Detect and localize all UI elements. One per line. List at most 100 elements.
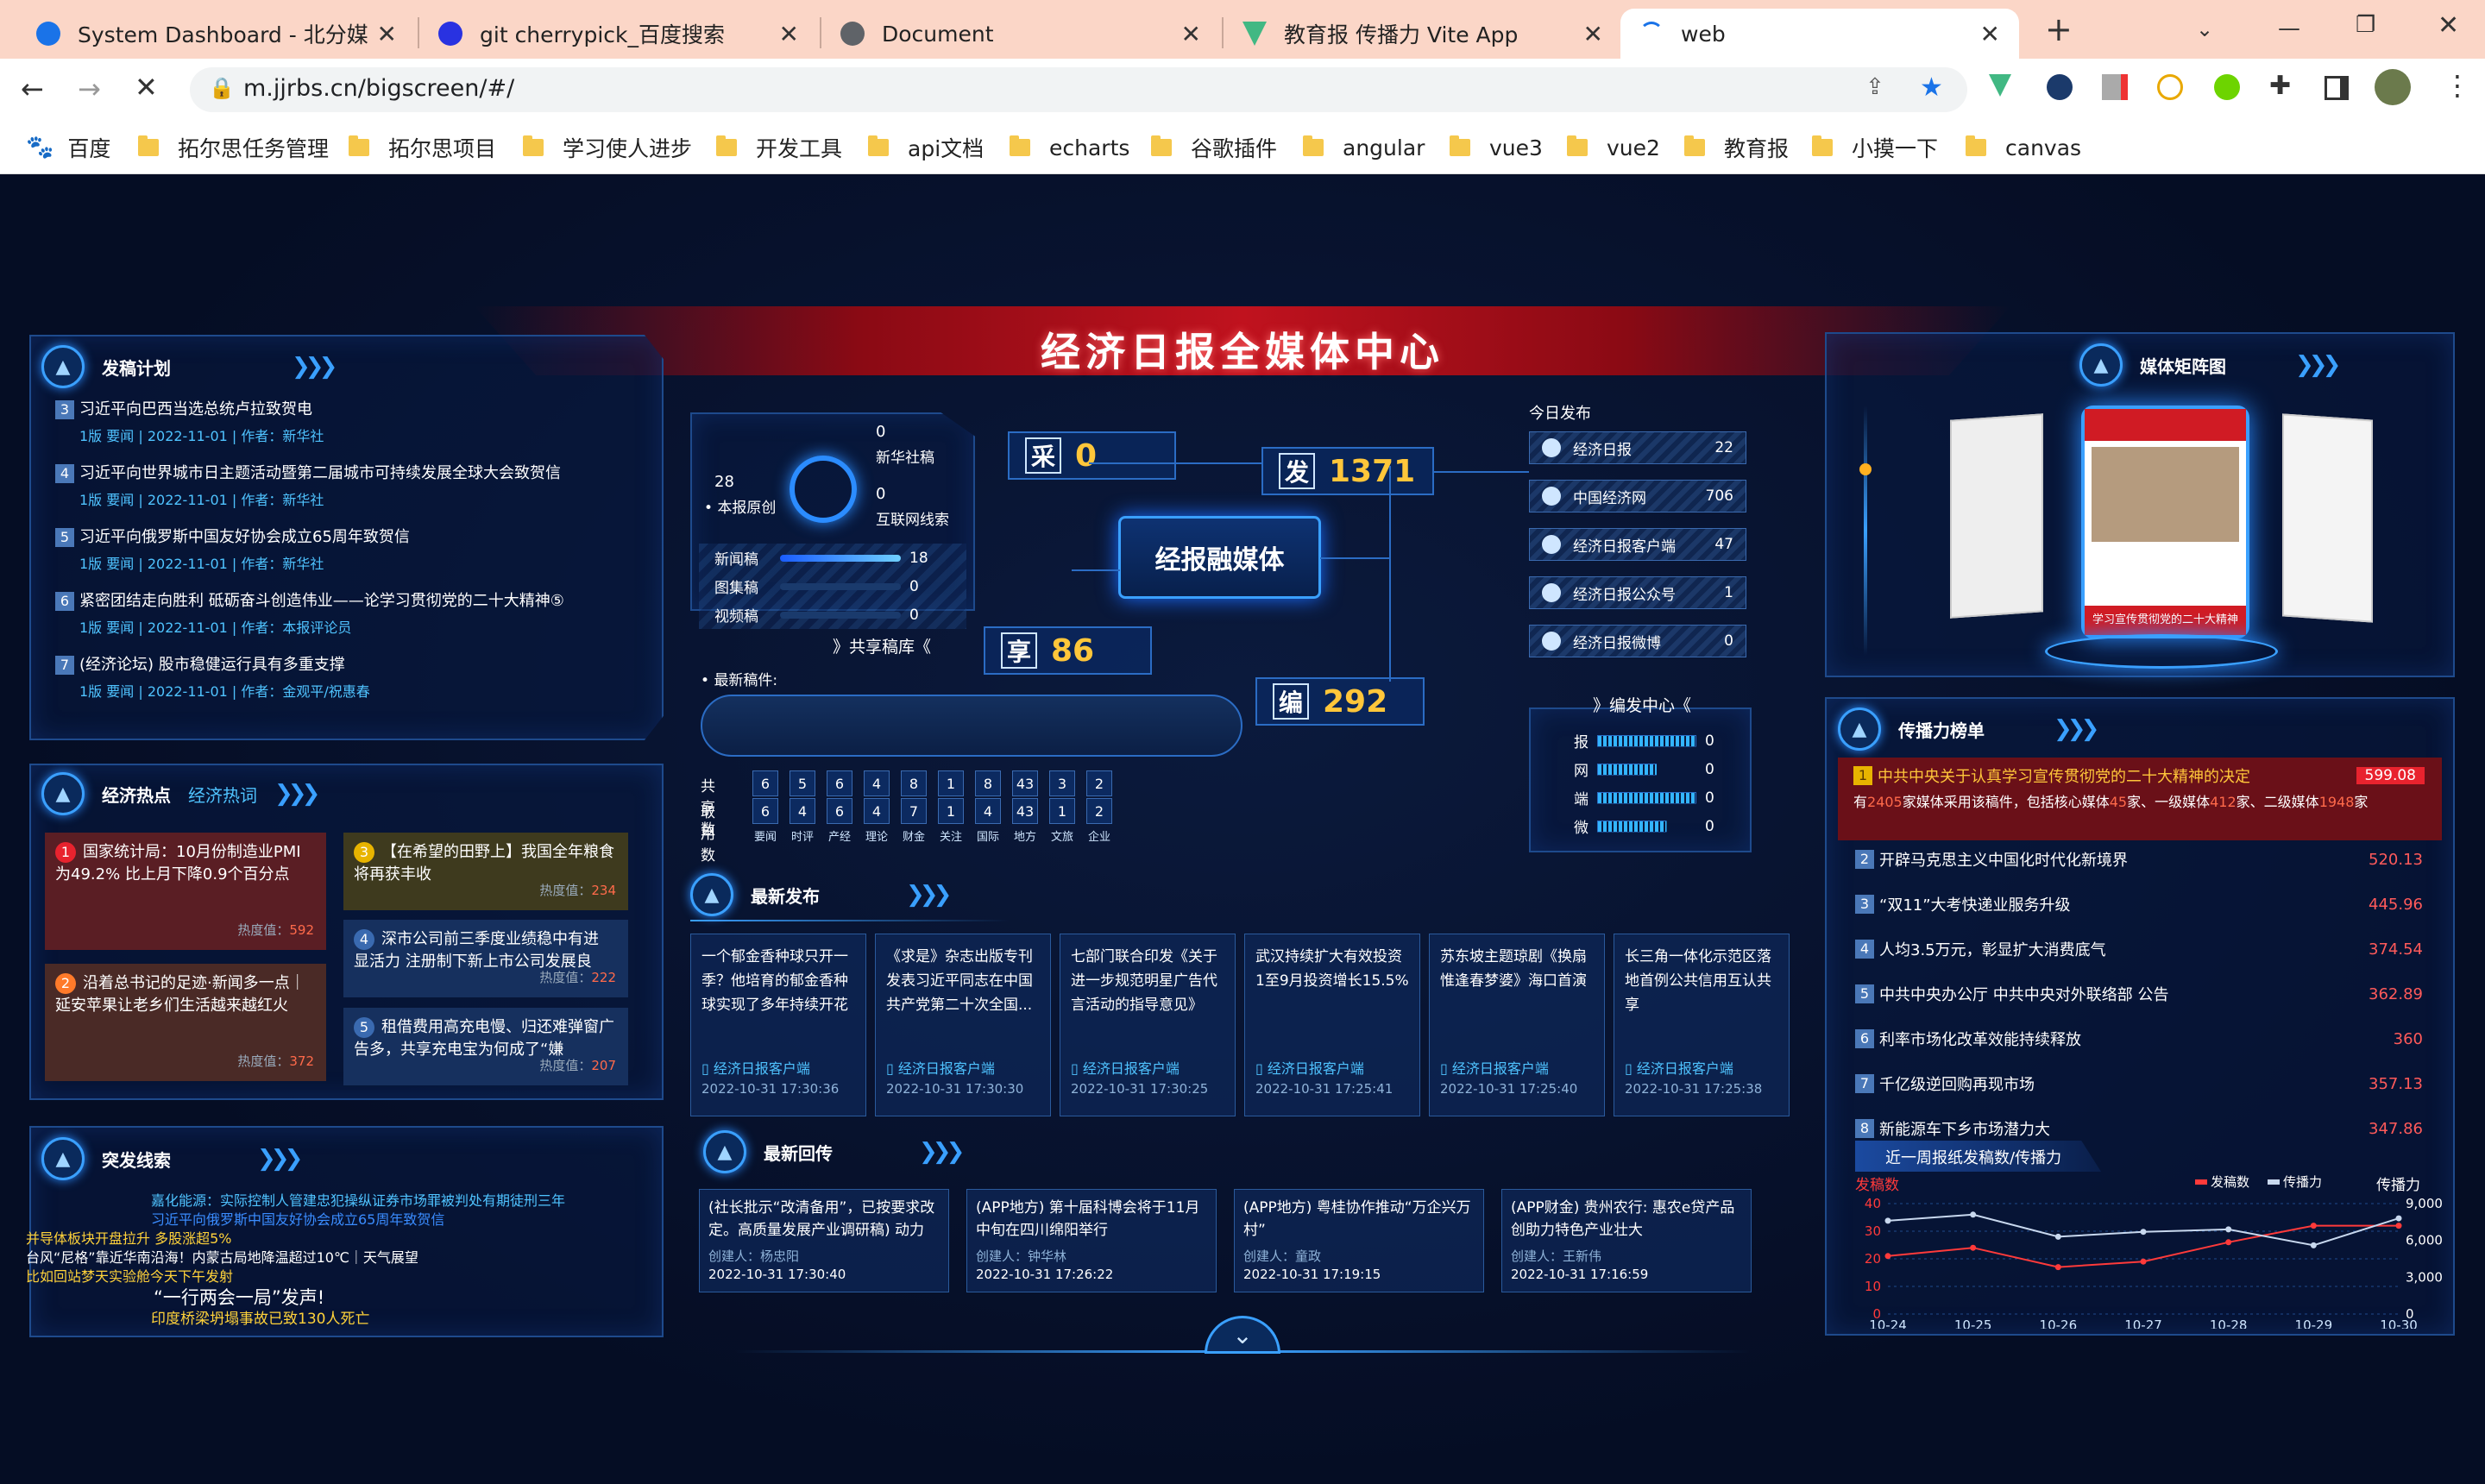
core-media-box[interactable]: 经报融媒体 — [1118, 516, 1321, 599]
bookmark-star-icon[interactable]: ★ — [1920, 72, 1943, 103]
tab-baidu-search[interactable]: git cherrypick_百度搜索 ✕ — [419, 9, 818, 59]
tab-document[interactable]: Document ✕ — [821, 9, 1220, 59]
hot-card[interactable]: 1 国家统计局：10月份制造业PMI为49.2% 比上月下降0.9个百分点 热度值… — [45, 833, 326, 950]
matrix-slider-dot[interactable] — [1859, 463, 1872, 475]
stat-edit[interactable]: 编 292 — [1255, 677, 1425, 726]
rank-row[interactable]: 6 利率市场化改革效能持续释放 360 — [1838, 1016, 2442, 1061]
url-text[interactable]: m.jjrbs.cn/bigscreen/#/ — [243, 75, 514, 102]
share-cell: 2 — [1086, 770, 1112, 796]
bookmark-folder[interactable]: angular — [1303, 131, 1425, 164]
publish-channel-row[interactable]: 经济日报公众号 1 — [1529, 576, 1746, 609]
tab-search-chevron-icon[interactable]: ⌄ — [2196, 17, 2213, 41]
puzzle-extensions-icon[interactable]: ✚ — [2269, 71, 2291, 101]
close-tab-icon[interactable]: ✕ — [377, 20, 397, 48]
news-card[interactable]: 一个郁金香种球只开一季？他培育的郁金香种球实现了多年持续开花 ▯ 经济日报客户端 2… — [690, 934, 866, 1116]
translate-extension-icon[interactable] — [2157, 74, 2183, 100]
rank-row[interactable]: 3 “双11”大考快递业服务升级 445.96 — [1838, 882, 2442, 927]
back-arrow-icon[interactable]: ← — [21, 72, 44, 105]
category-label: 企业 — [1087, 831, 1110, 844]
list-item[interactable]: 4 习近平向世界城市日主题活动暨第二届城市可持续发展全球大会致贺信 1版 要闻 | … — [55, 461, 651, 509]
screenshot-extension-icon[interactable] — [2102, 74, 2128, 100]
reply-card[interactable]: (APP地方) 第十届科博会将于11月中旬在四川绵阳举行 创建人：钟华林 2022-… — [966, 1189, 1217, 1292]
side-panel-icon[interactable] — [2325, 76, 2349, 100]
publish-channel-row[interactable]: 经济日报微博 0 — [1529, 625, 1746, 657]
clue-line[interactable]: 习近平向俄罗斯中国友好协会成立65周年致贺信 — [151, 1208, 444, 1229]
hot-card[interactable]: 4 深市公司前三季度业绩稳中有进 显活力 注册制下新上市公司发展良 热度值：222 — [343, 920, 628, 997]
newspaper-thumbnail[interactable] — [1950, 413, 2043, 619]
clue-line[interactable]: 印度桥梁坍塌事故已致130人死亡 — [151, 1306, 369, 1328]
hot-card[interactable]: 5 租借费用高充电慢、归还难弹窗广告多，共享充电宝为何成了“嫌 热度值：207 — [343, 1008, 628, 1085]
list-item[interactable]: 5 习近平向俄罗斯中国友好协会成立65周年致贺信 1版 要闻 | 2022-11-0… — [55, 525, 651, 573]
webpage-thumbnail[interactable] — [2282, 413, 2373, 623]
bookmark-folder[interactable]: vue3 — [1450, 131, 1543, 164]
stat-collect[interactable]: 采0 — [1008, 431, 1176, 480]
stat-publish[interactable]: 发 1371 — [1261, 447, 1434, 495]
tab-system-dashboard[interactable]: System Dashboard - 北分媒体 ✕ — [17, 9, 416, 59]
bookmark-folder[interactable]: 拓尔思任务管理 — [138, 131, 329, 164]
publish-channel-row[interactable]: 中国经济网 706 — [1529, 480, 1746, 512]
restore-icon[interactable]: ❐ — [2356, 12, 2375, 38]
clue-line[interactable]: 嘉化能源：实际控制人管建忠犯操纵证券市场罪被判处有期徒刑三年 — [151, 1189, 565, 1210]
bookmark-folder[interactable]: 教育报 — [1684, 131, 1789, 164]
avatar[interactable] — [2375, 69, 2411, 105]
latest-manuscript-box[interactable] — [701, 695, 1242, 757]
list-item[interactable]: 3 习近平向巴西当选总统卢拉致贺电 1版 要闻 | 2022-11-01 | 作者：… — [55, 397, 651, 445]
bookmark-folder[interactable]: 谷歌插件 — [1151, 131, 1277, 164]
news-card[interactable]: 苏东坡主题琼剧《换扇惟逢春梦婆》海口首演 ▯ 经济日报客户端 2022-10-31 … — [1429, 934, 1605, 1116]
bookmark-folder[interactable]: api文档 — [868, 131, 984, 164]
close-tab-icon[interactable]: ✕ — [1583, 20, 1603, 48]
forward-arrow-icon[interactable]: → — [78, 72, 101, 105]
rank-row[interactable]: 4 人均3.5万元，彰显扩大消费底气 374.54 — [1838, 927, 2442, 972]
clue-line[interactable]: 并导体板块开盘拉升 多股涨超5% — [26, 1227, 231, 1248]
close-window-icon[interactable]: ✕ — [2438, 10, 2459, 41]
tab-hot-words[interactable]: 经济热词 — [188, 782, 257, 807]
color-picker-extension-icon[interactable] — [2214, 74, 2240, 100]
close-tab-icon[interactable]: ✕ — [1980, 20, 2000, 48]
x-tick: 10-24 — [1869, 1317, 1907, 1329]
bookmark-folder[interactable]: canvas — [1966, 131, 2081, 164]
close-tab-icon[interactable]: ✕ — [1181, 20, 1201, 48]
rank-row[interactable]: 7 千亿级逆回购再现市场 357.13 — [1838, 1061, 2442, 1106]
tab-vite-app[interactable]: 教育报 传播力 Vite App ✕ — [1224, 9, 1622, 59]
list-item[interactable]: 6 紧密团结走向胜利 砥砺奋斗创造伟业——论学习贯彻党的二十大精神⑤ 1版 要闻 |… — [55, 588, 651, 637]
bookmark-folder[interactable]: vue2 — [1567, 131, 1660, 164]
tab-web-active[interactable]: web ✕ — [1620, 9, 2019, 59]
news-card[interactable]: 武汉持续扩大有效投资 1至9月投资增长15.5% ▯ 经济日报客户端 2022-10… — [1244, 934, 1420, 1116]
publish-channel-row[interactable]: 经济日报 22 — [1529, 431, 1746, 464]
news-card[interactable]: 七部门联合印发《关于进一步规范明星广告代言活动的指导意见》 ▯ 经济日报客户端 20… — [1060, 934, 1236, 1116]
close-tab-icon[interactable]: ✕ — [779, 20, 799, 48]
bookmark-folder[interactable]: 开发工具 — [716, 131, 842, 164]
address-bar[interactable]: 🔒 m.jjrbs.cn/bigscreen/#/ ⇪ ★ — [190, 67, 1967, 112]
hot-card[interactable]: 2 沿着总书记的足迹·新闻多一点｜延安苹果让老乡们生活越来越红火 热度值：372 — [45, 964, 326, 1081]
check-extension-icon[interactable] — [2047, 74, 2073, 100]
bookmark-folder[interactable]: 拓尔思项目 — [349, 131, 496, 164]
news-card[interactable]: 《求是》杂志出版专刊发表习近平同志在中国共产党第二十次全国... ▯ 经济日报客户… — [875, 934, 1051, 1116]
minimize-icon[interactable]: — — [2278, 16, 2300, 41]
share-library-label[interactable]: 》共享稿库《 — [833, 634, 931, 657]
reply-card[interactable]: (APP地方) 粤桂协作推动“万企兴万村” 创建人：童政 2022-10-31 17… — [1234, 1189, 1484, 1292]
publish-channel-row[interactable]: 经济日报客户端 47 — [1529, 528, 1746, 561]
lock-icon[interactable]: 🔒 — [209, 76, 235, 100]
bookmark-baidu[interactable]: 🐾 百度 — [26, 131, 110, 164]
reply-card[interactable]: (APP财金) 贵州农行: 惠农e贷产品创助力特色产业壮大 创建人：王新伟 2022… — [1501, 1189, 1752, 1292]
bookmark-folder[interactable]: 学习使人进步 — [523, 131, 692, 164]
new-tab-button[interactable]: + — [2045, 10, 2073, 48]
list-item[interactable]: 7 (经济论坛) 股市稳健运行具有多重支撑 1版 要闻 | 2022-11-01 |… — [55, 652, 651, 701]
tab-hot-news[interactable]: 经济热点 — [102, 782, 171, 807]
bookmark-folder[interactable]: echarts — [1010, 131, 1129, 164]
kebab-menu-icon[interactable]: ⋮ — [2444, 69, 2471, 102]
reply-card[interactable]: (社长批示“改清备用”，已按要求改定。高质量发展产业调研稿) 动力 创建人：杨忠阳… — [699, 1189, 949, 1292]
stop-loading-icon[interactable]: ✕ — [135, 71, 158, 104]
rank-row[interactable]: 2 开辟马克思主义中国化时代化新境界 520.13 — [1838, 837, 2442, 882]
hot-card[interactable]: 3 【在希望的田野上】我国全年粮食将再获丰收 热度值：234 — [343, 833, 628, 910]
share-icon[interactable]: ⇪ — [1865, 74, 1884, 100]
clue-line[interactable]: 台风“尼格”靠近华南沿海！内蒙古局地降温超过10℃｜天气展望 — [26, 1246, 418, 1267]
clue-line[interactable]: 比如回站梦天实验舱今天下午发射 — [26, 1265, 233, 1286]
stat-share[interactable]: 享 86 — [984, 626, 1152, 675]
rank-row[interactable]: 5 中共中央办公厅 中共中央对外联络部 公告 362.89 — [1838, 972, 2442, 1016]
bookmark-folder[interactable]: 小摸一下 — [1812, 131, 1938, 164]
phone-preview[interactable]: 学习宣传贯彻党的二十大精神 — [2081, 406, 2249, 638]
rank-top-item[interactable]: 1 中共中央关于认真学习宣传贯彻党的二十大精神的决定 599.08 有2405家… — [1838, 758, 2442, 840]
news-card[interactable]: 长三角一体化示范区落地首例公共信用互认共享 ▯ 经济日报客户端 2022-10-31… — [1614, 934, 1790, 1116]
news-source: ▯ 经济日报客户端 — [1071, 1060, 1180, 1077]
